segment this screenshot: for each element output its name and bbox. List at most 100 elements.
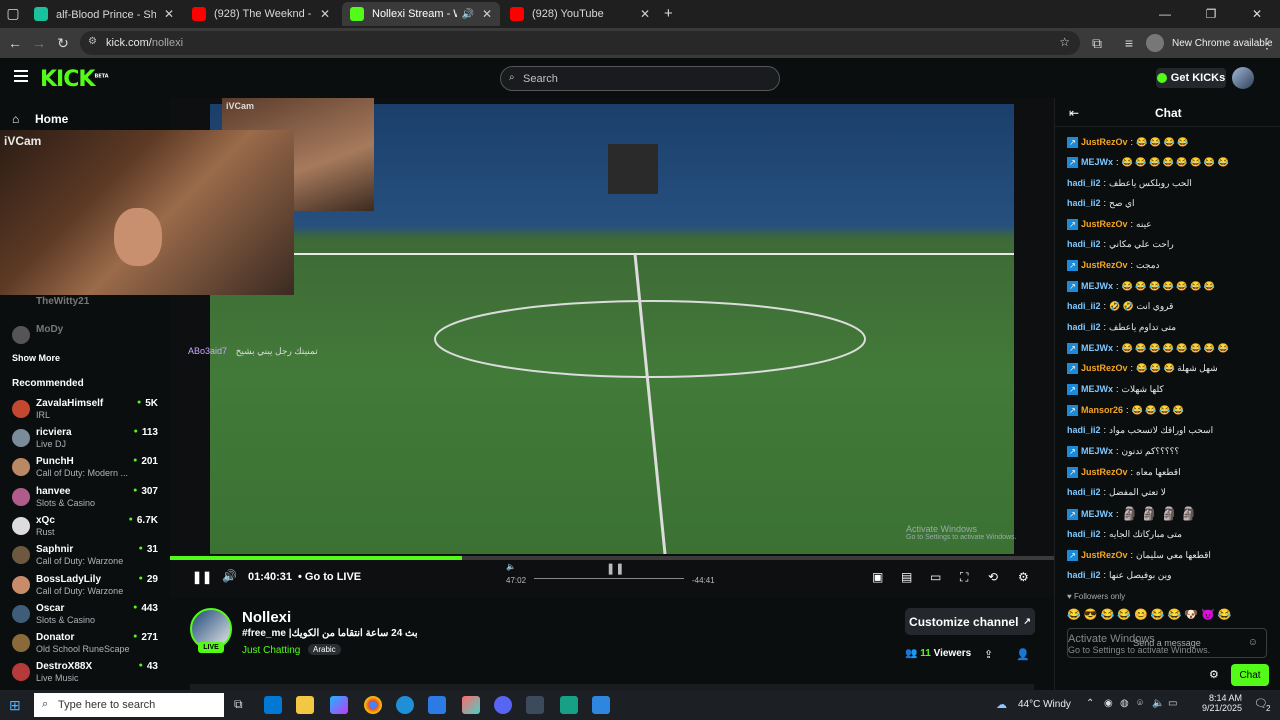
sidebar-followed-item[interactable]: TheWitty21	[12, 296, 162, 324]
user-avatar[interactable]	[1232, 67, 1254, 89]
new-tab-button[interactable]: +	[664, 5, 673, 22]
address-bar[interactable]: ⚙ kick.com/nollexi ☆	[80, 31, 1080, 55]
sidebar-channel-item[interactable]: ricviera Live DJ 113	[12, 427, 162, 455]
network-icon[interactable]: ⌾	[1137, 698, 1143, 709]
chat-username[interactable]: JustRezOv	[1081, 219, 1128, 229]
windows-start-icon[interactable]: ⊞	[9, 697, 21, 714]
edge-icon[interactable]	[396, 696, 414, 714]
chat-username[interactable]: MEJWx	[1081, 343, 1113, 353]
app-window-icon[interactable]	[526, 696, 544, 714]
extensions-icon[interactable]: ⧉	[1088, 34, 1106, 52]
browser-tab-1[interactable]: (928) The Weeknd - Save Your ✕	[184, 2, 338, 26]
tab-search-icon[interactable]: ▢	[4, 4, 22, 22]
rewind-icon[interactable]: ⟲	[988, 570, 998, 584]
share-icon[interactable]: ⇪	[984, 648, 993, 661]
chat-username[interactable]: hadi_ii2	[1067, 322, 1101, 332]
language-tag[interactable]: Arabic	[308, 644, 341, 655]
app-icon[interactable]	[560, 696, 578, 714]
chat-username[interactable]: hadi_ii2	[1067, 570, 1101, 580]
copilot-icon[interactable]	[330, 696, 348, 714]
stream-category-link[interactable]: Just Chatting	[242, 645, 300, 656]
collapse-chat-icon[interactable]: ⇤	[1069, 106, 1079, 120]
clock[interactable]: 8:14 AM 9/21/2025	[1202, 693, 1242, 713]
customize-channel-button[interactable]: Customize channel ↗	[905, 608, 1035, 635]
sidebar-channel-item[interactable]: Oscar Slots & Casino 443	[12, 603, 162, 631]
reload-icon[interactable]: ↻	[54, 34, 72, 52]
sidebar-channel-item[interactable]: Saphnir Call of Duty: Warzone 31	[12, 544, 162, 572]
pause-icon[interactable]: ❚❚	[192, 570, 212, 584]
chat-message-input[interactable]: Send a message ☺ Activate Windows Go to …	[1067, 628, 1267, 658]
browser-tab-3[interactable]: (928) YouTube ✕	[502, 2, 658, 26]
tray-app-icon[interactable]: ◉	[1104, 698, 1113, 709]
chat-username[interactable]: hadi_ii2	[1067, 198, 1101, 208]
profile-avatar[interactable]	[1146, 34, 1164, 52]
go-to-live-button[interactable]: • Go to LIVE	[298, 571, 361, 583]
restore-icon[interactable]: ❐	[1188, 0, 1234, 28]
site-info-icon[interactable]: ⚙	[88, 36, 97, 47]
app-icon[interactable]	[462, 696, 480, 714]
browser-tab-0[interactable]: alf-Blood Prince - Shahid شاهد ✕	[26, 2, 182, 26]
mail-icon[interactable]	[428, 696, 446, 714]
channel-name[interactable]: Nollexi	[242, 609, 291, 626]
chat-username[interactable]: JustRezOv	[1081, 137, 1128, 147]
browser-tab-2[interactable]: Nollexi Stream - Watch Live 🔊 ✕	[342, 2, 500, 26]
window-close-icon[interactable]: ✕	[1234, 0, 1280, 28]
emoji-picker-icon[interactable]: ☺	[1248, 637, 1258, 648]
discord-icon[interactable]	[494, 696, 512, 714]
settings-gear-icon[interactable]: ⚙	[1018, 570, 1029, 584]
volume-icon[interactable]: 🔊	[222, 569, 237, 583]
video-progress-bar[interactable]	[170, 556, 1054, 560]
media-control-icon[interactable]: ≡	[1120, 34, 1138, 52]
speaker-icon[interactable]: 🔈	[1152, 698, 1164, 709]
back-icon[interactable]: ←	[6, 34, 24, 52]
chat-username[interactable]: hadi_ii2	[1067, 178, 1101, 188]
get-kicks-button[interactable]: Get KICKs	[1156, 68, 1226, 88]
kick-logo[interactable]: KICKBETA	[40, 67, 109, 92]
follow-user-icon[interactable]: 👤	[1016, 648, 1030, 661]
file-explorer-icon[interactable]	[296, 696, 314, 714]
chat-username[interactable]: hadi_ii2	[1067, 529, 1101, 539]
bookmark-star-icon[interactable]: ☆	[1059, 35, 1070, 49]
clip-icon[interactable]: ▤	[901, 570, 912, 584]
close-icon[interactable]: ✕	[164, 7, 174, 21]
chat-username[interactable]: JustRezOv	[1081, 363, 1128, 373]
chat-username[interactable]: hadi_ii2	[1067, 301, 1101, 311]
chat-username[interactable]: MEJWx	[1081, 157, 1113, 167]
sidebar-channel-item[interactable]: ZavalaHimself IRL 5K	[12, 398, 162, 426]
chat-username[interactable]: Mansor26	[1081, 405, 1123, 415]
sidebar-home-link[interactable]: Home	[35, 112, 68, 126]
show-more-link[interactable]: Show More	[12, 353, 60, 363]
tray-overflow-icon[interactable]: ⌃	[1086, 698, 1094, 709]
microsoft-store-icon[interactable]	[264, 696, 282, 714]
miniplayer-icon[interactable]: ▣	[872, 570, 883, 584]
chat-username[interactable]: MEJWx	[1081, 509, 1113, 519]
chat-username[interactable]: JustRezOv	[1081, 260, 1128, 270]
sidebar-channel-item[interactable]: xQc Rust 6.7K	[12, 515, 162, 543]
sidebar-channel-item[interactable]: PunchH Call of Duty: Modern ... 201	[12, 456, 162, 484]
sidebar-channel-item[interactable]: BossLadyLily Call of Duty: Warzone 29	[12, 574, 162, 602]
hamburger-menu-icon[interactable]	[14, 70, 28, 82]
chat-username[interactable]: MEJWx	[1081, 281, 1113, 291]
sidebar-channel-item[interactable]: Donator Old School RuneScape 271	[12, 632, 162, 660]
chrome-icon[interactable]	[364, 696, 382, 714]
chat-username[interactable]: JustRezOv	[1081, 550, 1128, 560]
app-icon[interactable]	[592, 696, 610, 714]
close-icon[interactable]: ✕	[640, 7, 650, 21]
sidebar-channel-item[interactable]: hanvee Slots & Casino 307	[12, 486, 162, 514]
task-view-icon[interactable]: ⧉	[234, 697, 243, 712]
theater-mode-icon[interactable]: ▭	[930, 570, 941, 584]
browser-menu-icon[interactable]: ⋮	[1258, 34, 1276, 52]
sidebar-followed-item[interactable]: MoDy	[12, 324, 162, 352]
close-icon[interactable]: ✕	[320, 7, 330, 21]
minimize-icon[interactable]: —	[1142, 0, 1188, 28]
chat-send-button[interactable]: Chat	[1231, 664, 1269, 686]
taskbar-search-input[interactable]: ⌕ Type here to search	[34, 693, 224, 717]
sidebar-channel-item[interactable]: DestroX88X Live Music 43	[12, 661, 162, 689]
chat-username[interactable]: JustRezOv	[1081, 467, 1128, 477]
battery-icon[interactable]: ▭	[1168, 698, 1177, 709]
chat-username[interactable]: MEJWx	[1081, 446, 1113, 456]
chat-username[interactable]: hadi_ii2	[1067, 487, 1101, 497]
chat-username[interactable]: hadi_ii2	[1067, 239, 1101, 249]
weather-text[interactable]: 44°C Windy	[1018, 699, 1071, 710]
search-input[interactable]: ⌕ Search	[500, 66, 780, 91]
